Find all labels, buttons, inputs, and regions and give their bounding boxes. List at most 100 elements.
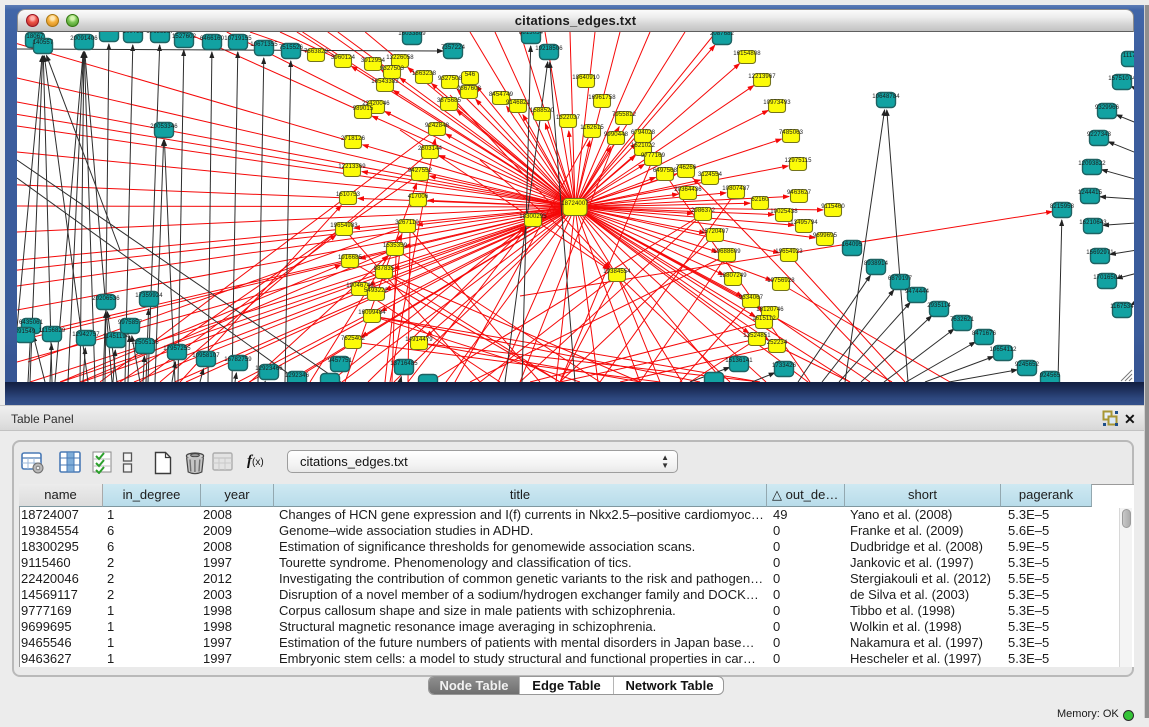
svg-text:9990448: 9990448 (604, 132, 629, 138)
svg-text:1863238: 1863238 (412, 71, 437, 77)
svg-text:9327503: 9327503 (380, 66, 405, 72)
svg-text:16154808: 16154808 (733, 51, 761, 57)
svg-text:9427552: 9427552 (408, 168, 433, 174)
svg-text:20053346: 20053346 (150, 124, 178, 130)
svg-text:3960124: 3960124 (331, 55, 356, 61)
svg-text:12213967: 12213967 (748, 74, 776, 80)
svg-text:17016504: 17016504 (1093, 275, 1121, 281)
svg-text:12923466: 12923466 (255, 366, 283, 372)
svg-text:252234: 252234 (767, 340, 788, 346)
svg-text:417006: 417006 (408, 194, 429, 200)
svg-text:7625402: 7625402 (341, 336, 366, 342)
svg-text:7632621: 7632621 (950, 317, 975, 323)
svg-text:1322037: 1322037 (556, 115, 581, 121)
svg-text:1527602: 1527602 (172, 34, 197, 40)
svg-text:2718126: 2718126 (341, 136, 366, 142)
svg-text:6794028: 6794028 (631, 130, 656, 136)
svg-text:15751074: 15751074 (1108, 76, 1134, 82)
svg-text:20206536: 20206536 (92, 296, 120, 302)
svg-text:746266: 746266 (676, 165, 697, 171)
svg-text:10671355: 10671355 (250, 42, 278, 48)
svg-text:9242848: 9242848 (425, 123, 450, 129)
svg-text:14914479: 14914479 (405, 337, 433, 343)
svg-text:9115460: 9115460 (821, 204, 845, 210)
svg-text:9777169: 9777169 (641, 153, 666, 159)
svg-text:1292346: 1292346 (285, 373, 310, 379)
svg-text:100725: 100725 (123, 32, 144, 35)
svg-text:1733426: 1733426 (772, 363, 797, 369)
svg-text:18807249: 18807249 (719, 273, 747, 279)
svg-text:9334067: 9334067 (739, 295, 764, 301)
svg-text:10655257: 10655257 (146, 32, 174, 35)
svg-text:9245652: 9245652 (1015, 362, 1040, 368)
svg-text:12942757: 12942757 (72, 332, 100, 338)
svg-text:16782759: 16782759 (224, 357, 252, 363)
svg-text:19654923: 19654923 (775, 249, 803, 255)
svg-text:10025438: 10025438 (770, 209, 798, 215)
svg-text:7515526: 7515526 (279, 45, 304, 51)
svg-text:20364436: 20364436 (674, 187, 702, 193)
svg-text:887835: 887835 (374, 266, 395, 272)
svg-text:18724007: 18724007 (561, 201, 589, 207)
svg-text:7955812: 7955812 (612, 112, 637, 118)
svg-text:8813054: 8813054 (519, 32, 544, 36)
svg-text:12505135: 12505135 (131, 340, 159, 346)
svg-text:10654112: 10654112 (989, 347, 1017, 353)
svg-text:20091406: 20091406 (70, 36, 98, 42)
svg-text:11156829: 11156829 (39, 328, 66, 334)
svg-text:2087682: 2087682 (710, 32, 735, 37)
svg-text:10719155: 10719155 (224, 36, 252, 42)
svg-text:3912954: 3912954 (361, 58, 386, 64)
svg-text:9146821: 9146821 (506, 100, 531, 106)
svg-text:11451194: 11451194 (103, 334, 130, 340)
svg-text:12093822: 12093822 (1078, 161, 1106, 167)
svg-text:1615112: 1615112 (752, 316, 776, 322)
svg-text:1610753: 1610753 (336, 192, 361, 198)
svg-text:3124554: 3124554 (698, 172, 723, 178)
svg-text:16120746: 16120746 (756, 307, 784, 313)
svg-text:1162615: 1162615 (580, 125, 604, 131)
svg-text:15720407: 15720407 (701, 229, 729, 235)
svg-text:9457751: 9457751 (328, 358, 353, 364)
svg-text:17957255: 17957255 (163, 346, 191, 352)
svg-text:19218506: 19218506 (535, 46, 563, 52)
svg-text:18300295: 18300295 (519, 214, 547, 220)
svg-text:10973493: 10973493 (763, 100, 791, 106)
svg-text:9327508: 9327508 (438, 76, 463, 82)
svg-text:9329966: 9329966 (1095, 105, 1120, 111)
svg-text:13226058: 13226058 (386, 55, 414, 61)
svg-text:6879197: 6879197 (888, 276, 913, 282)
svg-text:8215958: 8215958 (1050, 204, 1075, 210)
svg-text:16543382: 16543382 (371, 79, 399, 85)
svg-text:19384554: 19384554 (603, 269, 631, 275)
svg-text:1916685: 1916685 (338, 255, 363, 261)
svg-text:19733: 19733 (100, 32, 118, 34)
svg-text:10648784: 10648784 (872, 94, 900, 100)
svg-text:19654983: 19654983 (330, 223, 358, 229)
svg-text:989015: 989015 (353, 106, 374, 112)
svg-text:8471676: 8471676 (972, 331, 997, 337)
svg-text:2986372: 2986372 (691, 208, 716, 214)
svg-text:62160: 62160 (751, 197, 769, 203)
svg-text:6466160: 6466160 (200, 36, 225, 42)
svg-text:18640910: 18640910 (572, 75, 600, 81)
svg-text:9463627: 9463627 (787, 190, 812, 196)
svg-text:9474444: 9474444 (905, 289, 930, 295)
svg-text:5493222: 5493222 (364, 288, 389, 294)
svg-text:12213369: 12213369 (338, 164, 366, 170)
svg-text:546: 546 (465, 72, 476, 78)
svg-text:1167534: 1167534 (1110, 304, 1134, 310)
svg-text:391549: 391549 (17, 329, 36, 335)
svg-text:17359924: 17359924 (135, 293, 163, 299)
svg-text:19756928: 19756928 (767, 278, 795, 284)
svg-text:13716485: 13716485 (390, 361, 418, 367)
svg-text:7485063: 7485063 (779, 130, 804, 136)
svg-text:9699695: 9699695 (813, 233, 838, 239)
svg-text:2867608: 2867608 (457, 86, 482, 92)
svg-text:164095: 164095 (842, 242, 863, 248)
svg-text:924565: 924565 (1040, 373, 1061, 379)
svg-text:1588520: 1588520 (530, 108, 555, 114)
svg-text:11172: 11172 (1123, 53, 1134, 59)
svg-text:8454749: 8454749 (489, 92, 514, 98)
svg-text:1621022: 1621022 (631, 143, 656, 149)
